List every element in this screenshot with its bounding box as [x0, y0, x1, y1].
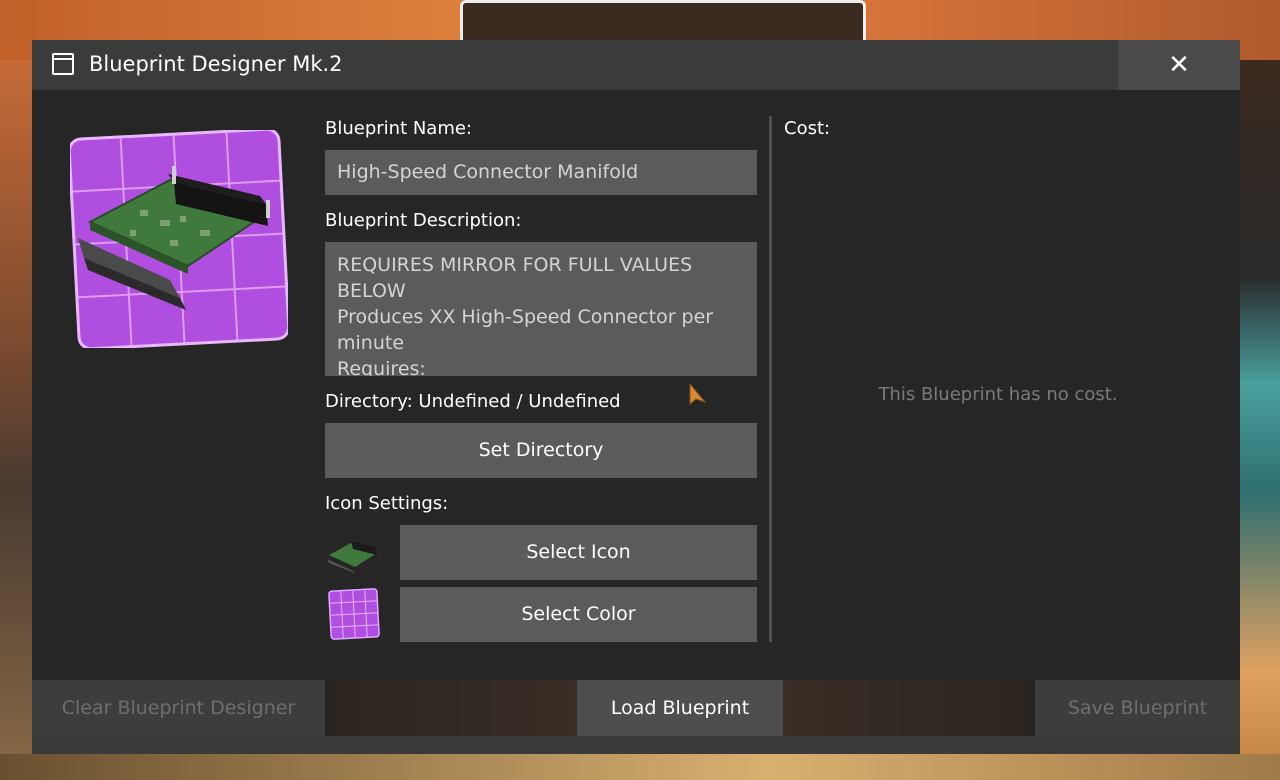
directory-label: Directory: Undefined / Undefined	[325, 391, 621, 412]
column-separator	[769, 116, 772, 642]
color-swatch-icon	[328, 588, 380, 640]
game-background-floor	[0, 754, 1280, 780]
save-blueprint-button[interactable]: Save Blueprint	[1035, 680, 1240, 736]
icon-settings-label: Icon Settings:	[325, 493, 449, 514]
blueprint-name-input[interactable]: High-Speed Connector Manifold	[325, 150, 757, 195]
set-directory-button[interactable]: Set Directory	[325, 423, 757, 478]
action-bar-gap	[325, 680, 577, 736]
action-bar: Clear Blueprint Designer Load Blueprint …	[32, 680, 1240, 736]
game-background-structure	[460, 0, 866, 43]
close-button[interactable]: ✕	[1118, 40, 1240, 90]
game-background-right	[1240, 60, 1280, 780]
window-icon	[52, 53, 74, 75]
blueprint-designer-window: Blueprint Designer Mk.2 ✕ Blueprint Name…	[32, 40, 1240, 754]
description-line: Requires:	[337, 358, 426, 376]
load-blueprint-button[interactable]: Load Blueprint	[577, 680, 783, 736]
description-line: minute	[337, 332, 405, 354]
title-bar: Blueprint Designer Mk.2 ✕	[32, 40, 1240, 90]
action-bar-gap	[783, 680, 1035, 736]
no-cost-message: This Blueprint has no cost.	[878, 384, 1118, 405]
description-line: REQUIRES MIRROR FOR FULL VALUES BELOW	[337, 254, 693, 302]
select-color-button[interactable]: Select Color	[400, 587, 757, 642]
blueprint-icon-preview	[70, 130, 288, 348]
window-title: Blueprint Designer Mk.2	[89, 52, 343, 76]
mouse-cursor-icon	[689, 382, 707, 406]
description-line: Produces XX High-Speed Connector per	[337, 306, 714, 328]
cost-label: Cost:	[784, 118, 831, 139]
blueprint-description-label: Blueprint Description:	[325, 210, 522, 231]
window-footer	[32, 736, 1240, 754]
blueprint-description-textarea[interactable]: REQUIRES MIRROR FOR FULL VALUES BELOW Pr…	[325, 242, 757, 376]
clear-blueprint-designer-button[interactable]: Clear Blueprint Designer	[32, 680, 325, 736]
select-icon-button[interactable]: Select Icon	[400, 525, 757, 580]
game-background-left	[0, 60, 32, 780]
blueprint-name-label: Blueprint Name:	[325, 118, 473, 139]
circuit-board-icon	[327, 541, 377, 573]
